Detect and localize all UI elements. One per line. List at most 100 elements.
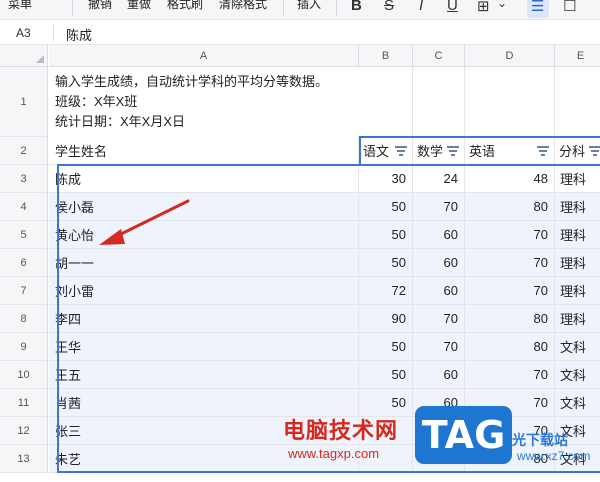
- filter-icon[interactable]: [589, 146, 600, 156]
- underline-icon[interactable]: U: [447, 0, 458, 14]
- column-header-c[interactable]: C: [413, 45, 465, 67]
- table-cell-english[interactable]: 70: [465, 361, 555, 389]
- table-cell-math[interactable]: 70: [413, 305, 465, 333]
- title-line: 输入学生成绩，自动统计学科的平均分等数据。: [55, 74, 329, 89]
- table-cell-math[interactable]: 70: [413, 193, 465, 221]
- watermark-site-url: www.xz7.com: [517, 449, 591, 463]
- table-header-border: [359, 136, 361, 164]
- header-cell-english[interactable]: 英语: [465, 137, 555, 165]
- table-cell-math[interactable]: 60: [413, 249, 465, 277]
- row-header-2[interactable]: 2: [0, 137, 48, 165]
- undo-button[interactable]: 撤销: [88, 0, 112, 12]
- table-cell-name[interactable]: 陈成: [49, 165, 359, 193]
- header-cell-name[interactable]: 学生姓名: [49, 137, 359, 165]
- cell-reference[interactable]: A3: [16, 26, 31, 40]
- table-cell-math[interactable]: 70: [413, 333, 465, 361]
- table-cell-chinese[interactable]: 30: [359, 165, 413, 193]
- row-header-11[interactable]: 11: [0, 389, 48, 417]
- table-cell-name[interactable]: 王华: [49, 333, 359, 361]
- watermark-text: 电脑技术网: [283, 418, 399, 443]
- align-left-icon[interactable]: ☰: [531, 0, 544, 15]
- row-header-8[interactable]: 8: [0, 305, 48, 333]
- redo-button[interactable]: 重做: [127, 0, 151, 12]
- table-cell-subject[interactable]: 理科: [555, 305, 600, 333]
- table-cell-subject[interactable]: 文科: [555, 389, 600, 417]
- cell[interactable]: [359, 67, 413, 137]
- wrap-icon[interactable]: ☐: [563, 0, 576, 15]
- row-header-4[interactable]: 4: [0, 193, 48, 221]
- header-label: 语文: [363, 144, 390, 159]
- watermark-url: www.tagxp.com: [288, 446, 380, 461]
- row-header-6[interactable]: 6: [0, 249, 48, 277]
- table-cell-name[interactable]: 王五: [49, 361, 359, 389]
- header-label: 英语: [469, 144, 496, 159]
- row-header-12[interactable]: 12: [0, 417, 48, 445]
- table-cell-name[interactable]: 胡一一: [49, 249, 359, 277]
- filter-icon[interactable]: [447, 146, 459, 156]
- column-header-b[interactable]: B: [359, 45, 413, 67]
- table-cell-english[interactable]: 80: [465, 193, 555, 221]
- column-header-e[interactable]: E: [555, 45, 600, 67]
- table-cell-name[interactable]: 侯小磊: [49, 193, 359, 221]
- table-cell-english[interactable]: 80: [465, 305, 555, 333]
- table-cell-math[interactable]: 60: [413, 361, 465, 389]
- row-header-5[interactable]: 5: [0, 221, 48, 249]
- table-cell-english[interactable]: 70: [465, 221, 555, 249]
- formula-input[interactable]: 陈成: [66, 25, 92, 44]
- row-header-9[interactable]: 9: [0, 333, 48, 361]
- table-cell-subject[interactable]: 文科: [555, 333, 600, 361]
- header-cell-math[interactable]: 数学: [413, 137, 465, 165]
- table-cell-name[interactable]: 黄心怡: [49, 221, 359, 249]
- border-icon[interactable]: ⊞: [477, 0, 490, 15]
- table-cell-english[interactable]: 80: [465, 333, 555, 361]
- table-cell-chinese[interactable]: 50: [359, 361, 413, 389]
- table-cell-english[interactable]: 70: [465, 249, 555, 277]
- table-cell-math[interactable]: 24: [413, 165, 465, 193]
- header-cell-chinese[interactable]: 语文: [359, 137, 413, 165]
- table-cell-subject[interactable]: 理科: [555, 221, 600, 249]
- table-cell-english[interactable]: 48: [465, 165, 555, 193]
- table-cell-subject[interactable]: 理科: [555, 277, 600, 305]
- divider: [72, 0, 73, 16]
- table-cell-subject[interactable]: 理科: [555, 165, 600, 193]
- table-cell-subject[interactable]: 文科: [555, 361, 600, 389]
- table-cell-chinese[interactable]: 72: [359, 277, 413, 305]
- table-cell-math[interactable]: 60: [413, 221, 465, 249]
- cell[interactable]: [555, 67, 600, 137]
- column-header-a[interactable]: A: [49, 45, 359, 67]
- cell[interactable]: [413, 67, 465, 137]
- menu-button[interactable]: 菜单: [8, 0, 32, 12]
- header-label: 分科: [559, 144, 586, 159]
- table-cell-english[interactable]: 70: [465, 277, 555, 305]
- column-header-d[interactable]: D: [465, 45, 555, 67]
- row-header-3[interactable]: 3: [0, 165, 48, 193]
- table-cell-name[interactable]: 刘小雷: [49, 277, 359, 305]
- bold-icon[interactable]: B: [351, 0, 362, 14]
- italic-icon[interactable]: I: [419, 0, 423, 14]
- filter-icon[interactable]: [395, 146, 407, 156]
- cell[interactable]: [465, 67, 555, 137]
- table-cell-subject[interactable]: 理科: [555, 193, 600, 221]
- table-cell-chinese[interactable]: 50: [359, 193, 413, 221]
- table-cell-chinese[interactable]: 50: [359, 249, 413, 277]
- table-cell-chinese[interactable]: 90: [359, 305, 413, 333]
- strikethrough-icon[interactable]: S: [384, 0, 394, 14]
- table-cell-chinese[interactable]: 50: [359, 333, 413, 361]
- header-label: 学生姓名: [55, 144, 108, 159]
- format-painter-button[interactable]: 格式刷: [167, 0, 203, 12]
- title-cell[interactable]: 输入学生成绩，自动统计学科的平均分等数据。 班级：X年X班 统计日期：X年X月X日: [49, 67, 359, 137]
- row-header-1[interactable]: 1: [0, 67, 48, 137]
- row-header-13[interactable]: 13: [0, 445, 48, 473]
- clear-format-button[interactable]: 清除格式: [219, 0, 267, 12]
- select-all-corner[interactable]: [0, 45, 48, 67]
- table-cell-name[interactable]: 李四: [49, 305, 359, 333]
- row-header-10[interactable]: 10: [0, 361, 48, 389]
- header-cell-subject[interactable]: 分科: [555, 137, 600, 165]
- chevron-down-icon[interactable]: ⌄: [497, 0, 507, 10]
- table-cell-chinese[interactable]: 50: [359, 221, 413, 249]
- table-cell-math[interactable]: 60: [413, 277, 465, 305]
- filter-icon[interactable]: [537, 146, 549, 156]
- insert-button[interactable]: 插入: [297, 0, 321, 12]
- table-cell-subject[interactable]: 理科: [555, 249, 600, 277]
- row-header-7[interactable]: 7: [0, 277, 48, 305]
